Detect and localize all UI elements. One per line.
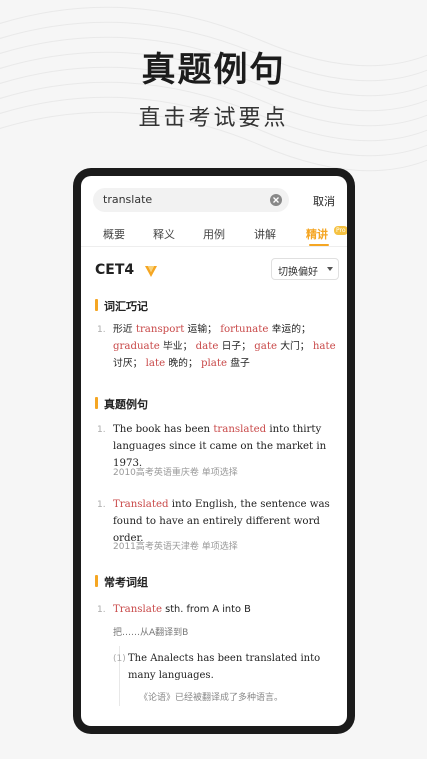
cancel-button[interactable]: 取消: [313, 193, 335, 209]
phrase-example: The Analects has been translated into ma…: [128, 653, 321, 681]
phrase-example-translation: 《论语》已经被翻译成了多种语言。: [139, 693, 284, 703]
list-number: 1.: [97, 500, 106, 510]
tab-explanation[interactable]: 讲解: [254, 226, 276, 242]
list-number: 1.: [97, 325, 106, 335]
section-accent-bar: [95, 397, 98, 409]
active-tab-indicator: [309, 244, 329, 246]
phrase-translation: 把……从A翻译到B: [113, 628, 189, 638]
pro-badge: Pro: [334, 226, 347, 235]
cet-badge-icon: [145, 266, 157, 277]
phone-screen: translate 取消 概要 释义 用例 讲解 精讲 Pro CET4 切换偏…: [81, 176, 347, 726]
level-label: CET4: [95, 262, 135, 278]
tab-usage[interactable]: 用例: [203, 226, 225, 242]
list-number: 1.: [97, 425, 106, 435]
content-area[interactable]: CET4 切换偏好 词汇巧记 1. 形近 transport 运输； fortu…: [81, 248, 347, 726]
preference-label: 切换偏好: [278, 267, 318, 278]
clear-icon[interactable]: [269, 193, 283, 207]
chevron-down-icon: [327, 267, 333, 271]
tab-bar: 概要 释义 用例 讲解 精讲 Pro: [81, 222, 347, 247]
search-input[interactable]: translate: [93, 188, 289, 212]
tab-definition[interactable]: 释义: [153, 226, 175, 242]
section-accent-bar: [95, 299, 98, 311]
tab-overview[interactable]: 概要: [103, 226, 125, 242]
list-number: 1.: [97, 605, 106, 615]
section-accent-bar: [95, 575, 98, 587]
exam-source: 2010高考英语重庆卷 单项选择: [113, 468, 238, 478]
phone-frame: translate 取消 概要 释义 用例 讲解 精讲 Pro CET4 切换偏…: [73, 168, 355, 734]
vocab-item: 形近 transport 运输； fortunate 幸运的； graduate…: [113, 324, 336, 369]
promo-headline: 真题例句: [141, 50, 286, 90]
phrase-item: Translate sth. from A into B: [113, 604, 251, 615]
tab-detailed[interactable]: 精讲: [306, 226, 328, 242]
exam-source: 2011高考英语天津卷 单项选择: [113, 542, 238, 552]
sub-number: (1): [113, 654, 126, 664]
promo-subline: 直击考试要点: [138, 106, 289, 131]
switch-preference-button[interactable]: 切换偏好: [271, 258, 339, 280]
search-value: translate: [103, 193, 153, 206]
